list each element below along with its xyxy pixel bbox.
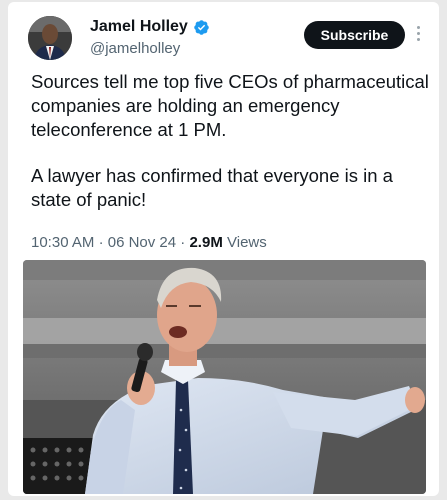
tweet-paragraph-1: Sources tell me top five CEOs of pharmac… — [31, 71, 429, 140]
tweet-paragraph-2: A lawyer has confirmed that everyone is … — [31, 165, 393, 210]
subscribe-button[interactable]: Subscribe — [304, 21, 405, 49]
tweet-date[interactable]: 06 Nov 24 — [108, 234, 176, 251]
verified-badge-icon — [194, 19, 209, 35]
meta-separator: · — [98, 234, 104, 251]
author-handle[interactable]: @jamelholley — [90, 40, 180, 57]
tweet-text: Sources tell me top five CEOs of pharmac… — [31, 70, 431, 212]
views-count: 2.9M — [189, 234, 223, 251]
author-name[interactable]: Jamel Holley — [90, 18, 188, 36]
author-name-row: Jamel Holley — [90, 18, 210, 36]
more-options-icon[interactable] — [414, 26, 422, 46]
views-label: Views — [227, 234, 267, 251]
speaker-photo — [23, 260, 426, 494]
tweet-photo[interactable] — [23, 260, 426, 494]
avatar[interactable] — [28, 16, 72, 60]
avatar-photo — [28, 16, 72, 60]
tweet-time[interactable]: 10:30 AM — [31, 234, 94, 251]
tweet-card: Jamel Holley @jamelholley Subscribe Sour… — [8, 2, 439, 496]
meta-separator: · — [180, 234, 186, 251]
tweet-meta: 10:30 AM · 06 Nov 24 · 2.9M Views — [31, 234, 267, 251]
